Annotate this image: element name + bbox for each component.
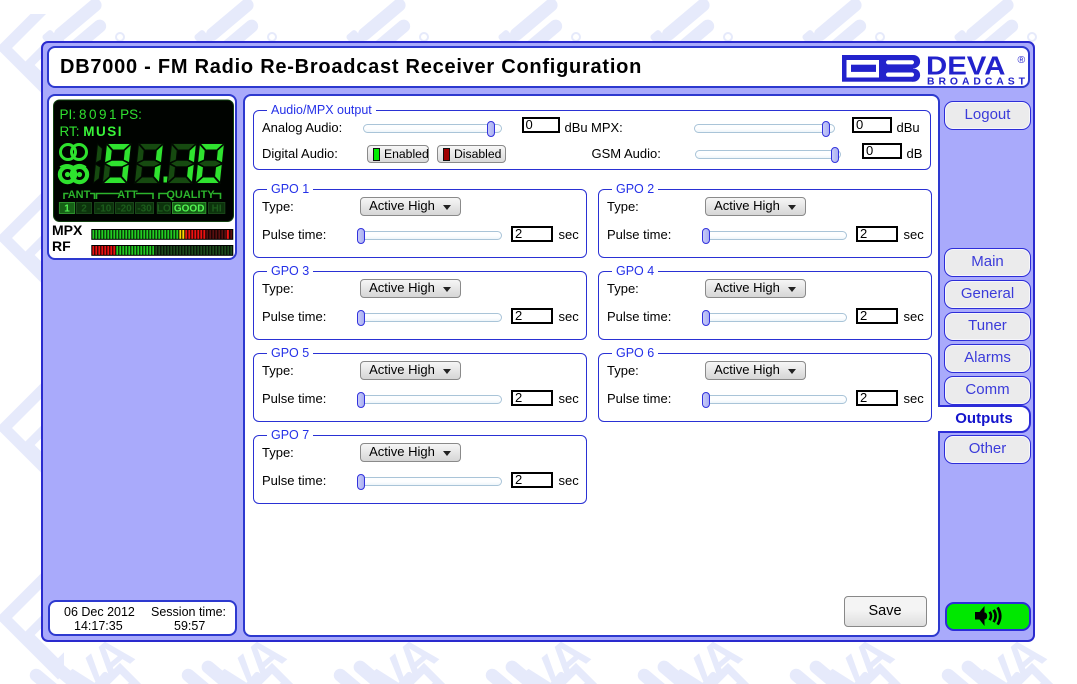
svg-text:2: 2 [81, 204, 87, 215]
svg-text:GOOD: GOOD [174, 204, 205, 215]
svg-text:1: 1 [64, 204, 70, 215]
svg-text:HI: HI [212, 204, 222, 215]
svg-text:ANT: ANT [68, 189, 91, 201]
svg-text:-10: -10 [97, 204, 112, 215]
svg-text:LO: LO [157, 204, 171, 215]
svg-text:ATT: ATT [117, 189, 138, 201]
svg-text:QUALITY: QUALITY [166, 189, 215, 201]
svg-text:PI:8091PS:: PI: 8091PS: [60, 107, 142, 122]
svg-text:RF: RF [52, 238, 71, 254]
svg-text:-20: -20 [117, 204, 132, 215]
svg-text:BROADCAST: BROADCAST [927, 77, 1029, 88]
svg-text:®: ® [1018, 54, 1026, 66]
svg-text:-30: -30 [137, 204, 152, 215]
svg-text:RT: MUSI: RT: MUSI [60, 124, 124, 139]
svg-text:MPX: MPX [52, 222, 83, 238]
